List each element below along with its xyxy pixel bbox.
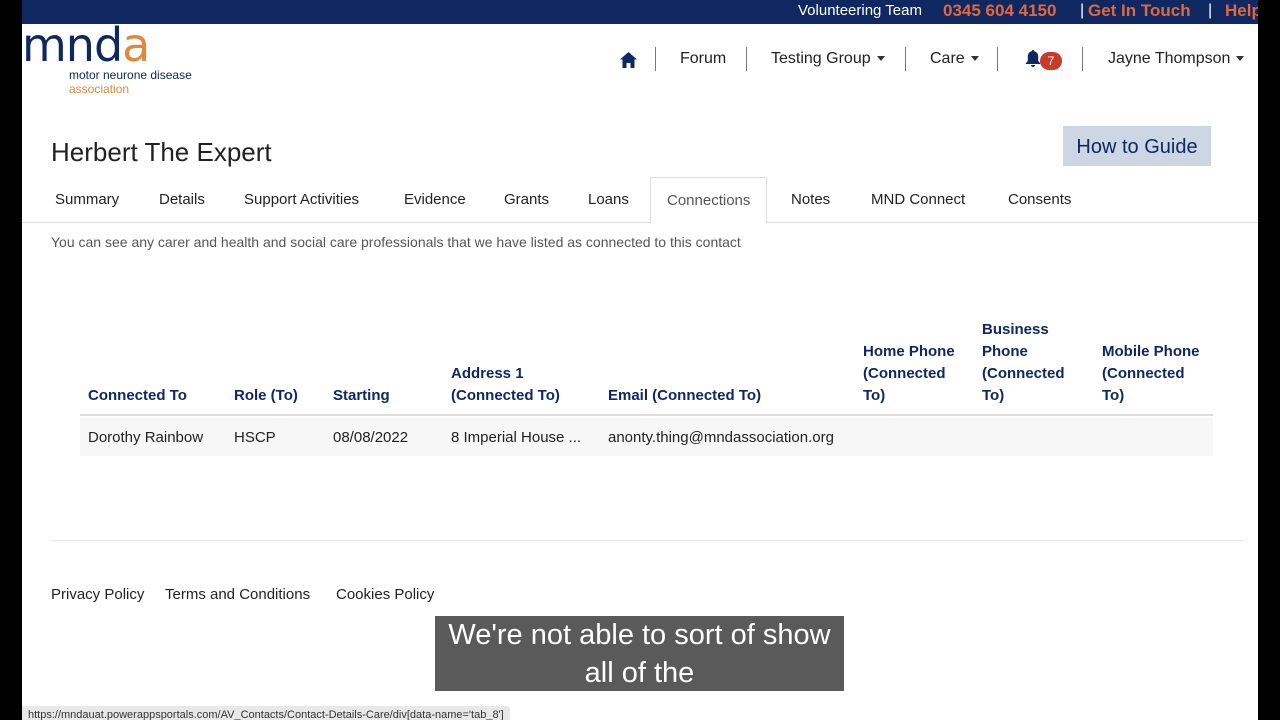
separator: | — [1208, 2, 1213, 19]
tab-consents[interactable]: Consents — [1008, 191, 1071, 208]
mnda-logo[interactable]: mnda motor neurone disease association — [22, 18, 222, 98]
nav-care[interactable]: Care — [930, 50, 979, 68]
chevron-down-icon — [876, 56, 885, 62]
get-in-touch-link[interactable]: Get In Touch — [1088, 1, 1191, 21]
bell-icon[interactable] — [1025, 50, 1041, 68]
user-menu[interactable]: Jayne Thompson — [1108, 50, 1245, 68]
logo-line-2: association — [69, 82, 130, 96]
col-header-connected-to[interactable]: Connected To — [88, 385, 187, 407]
portal-page: Volunteering Team 0345 604 4150 | Get In… — [22, 0, 1258, 720]
video-caption: We're not able to sort of show all of th… — [435, 616, 844, 691]
tab-summary[interactable]: Summary — [55, 191, 119, 208]
nav-divider — [905, 47, 906, 71]
cell-connected-to: Dorothy Rainbow — [88, 429, 204, 446]
record-tabs: Summary Details Support Activities Evide… — [22, 177, 1258, 224]
cell-starting: 08/08/2022 — [333, 429, 409, 446]
separator: | — [1080, 2, 1085, 19]
col-header-role[interactable]: Role (To) — [234, 385, 298, 407]
video-letterbox-left — [0, 0, 22, 720]
nav-forum[interactable]: Forum — [680, 50, 726, 68]
col-header-address1[interactable]: Address 1 (Connected To) — [451, 363, 560, 407]
nav-divider — [746, 47, 747, 71]
logo-line-1: motor neurone disease — [69, 68, 192, 82]
cell-address1: 8 Imperial House ... — [451, 429, 582, 446]
col-header-starting[interactable]: Starting — [333, 385, 390, 407]
terms-link[interactable]: Terms and Conditions — [165, 586, 310, 603]
home-icon[interactable] — [620, 52, 637, 68]
col-header-business-phone[interactable]: Business Phone (Connected To) — [982, 319, 1065, 407]
connections-description: You can see any carer and health and soc… — [51, 234, 741, 250]
tab-evidence[interactable]: Evidence — [404, 191, 466, 208]
tab-details[interactable]: Details — [159, 191, 205, 208]
help-link[interactable]: Help — [1225, 1, 1258, 21]
col-header-home-phone[interactable]: Home Phone (Connected To) — [863, 341, 955, 407]
tab-grants[interactable]: Grants — [504, 191, 549, 208]
cell-email: anonty.thing@mndassociation.org — [608, 429, 834, 446]
nav-testing-group[interactable]: Testing Group — [771, 50, 885, 68]
chevron-down-icon — [970, 56, 979, 62]
tab-notes[interactable]: Notes — [791, 191, 830, 208]
tab-connections[interactable]: Connections — [650, 177, 768, 224]
volunteering-team-link[interactable]: Volunteering Team — [798, 2, 922, 19]
status-bar-url: https://mndauat.powerappsportals.com/AV_… — [22, 706, 510, 720]
footer-divider — [51, 540, 1243, 541]
notification-count-badge: 7 — [1040, 52, 1062, 70]
table-header-divider — [80, 414, 1213, 416]
video-letterbox-right — [1258, 0, 1280, 720]
cell-role: HSCP — [234, 429, 276, 446]
page-title: Herbert The Expert — [51, 137, 272, 167]
chevron-down-icon — [1236, 56, 1245, 62]
top-utility-bar: Volunteering Team 0345 604 4150 | Get In… — [22, 0, 1258, 24]
phone-number[interactable]: 0345 604 4150 — [943, 1, 1056, 21]
logo-wordmark: mnda — [22, 18, 150, 72]
how-to-guide-button[interactable]: How to Guide — [1063, 126, 1211, 166]
tab-loans[interactable]: Loans — [588, 191, 629, 208]
cookies-policy-link[interactable]: Cookies Policy — [336, 586, 434, 603]
nav-divider — [655, 47, 656, 71]
tab-support-activities[interactable]: Support Activities — [244, 191, 359, 208]
col-header-email[interactable]: Email (Connected To) — [608, 385, 761, 407]
privacy-policy-link[interactable]: Privacy Policy — [51, 586, 144, 603]
tab-mnd-connect[interactable]: MND Connect — [871, 191, 965, 208]
nav-divider — [997, 47, 998, 71]
col-header-mobile-phone[interactable]: Mobile Phone (Connected To) — [1102, 341, 1200, 407]
nav-divider — [1082, 47, 1083, 71]
